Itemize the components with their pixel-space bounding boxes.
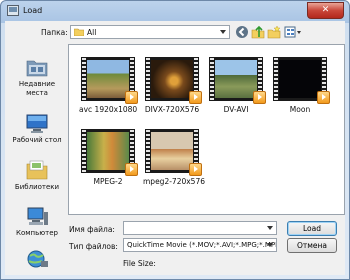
play-badge-icon	[253, 91, 266, 104]
load-dialog: Load ✕ Папка: All Недавние места Рабочий…	[0, 0, 350, 280]
folder-value: All	[87, 28, 97, 37]
view-menu-icon[interactable]	[284, 25, 302, 39]
file-item[interactable]: avc 1920x1080	[79, 57, 138, 114]
chevron-down-icon[interactable]	[267, 226, 273, 230]
back-icon[interactable]	[235, 25, 249, 39]
video-thumbnail	[209, 57, 266, 104]
place-network[interactable]	[9, 249, 65, 271]
play-badge-icon	[125, 163, 138, 176]
file-item[interactable]: MPEG-2	[79, 129, 138, 186]
cancel-button[interactable]: Отмена	[287, 238, 337, 253]
place-label: Библиотеки	[14, 183, 60, 191]
file-item[interactable]: DIVX-720X576	[143, 57, 202, 114]
file-item[interactable]: mpeg2-720x576	[143, 129, 205, 186]
file-name: MPEG-2	[93, 177, 123, 186]
dialog-body: Папка: All Недавние места Рабочий стол Б…	[5, 21, 345, 275]
network-icon	[27, 250, 48, 268]
filesize-label: File Size:	[123, 259, 156, 268]
place-label: Компьютер	[16, 229, 58, 237]
libraries-icon	[26, 160, 48, 180]
place-recent[interactable]: Недавние места	[9, 56, 65, 98]
folder-combo[interactable]: All	[70, 25, 230, 39]
file-name: Moon	[289, 105, 311, 114]
places-bar: Недавние места Рабочий стол Библиотеки К…	[9, 44, 65, 270]
up-folder-icon[interactable]	[251, 25, 265, 39]
filetype-label: Тип файлов:	[69, 242, 118, 251]
file-name: DV-AVI	[223, 105, 249, 114]
filename-input[interactable]	[123, 221, 277, 235]
chevron-down-icon[interactable]	[267, 243, 273, 247]
computer-icon	[27, 207, 48, 225]
new-folder-icon[interactable]	[267, 25, 281, 39]
file-name: avc 1920x1080	[79, 105, 138, 114]
window-title: Load	[23, 6, 43, 15]
app-icon	[7, 5, 19, 16]
file-name: DIVX-720X576	[144, 105, 200, 114]
video-thumbnail	[145, 129, 202, 176]
recent-places-icon	[26, 60, 48, 77]
video-thumbnail	[145, 57, 202, 104]
place-label: Недавние места	[18, 80, 56, 97]
file-item[interactable]: DV-AVI	[207, 57, 266, 114]
place-desktop[interactable]: Рабочий стол	[9, 114, 65, 145]
file-item[interactable]: Moon	[271, 57, 330, 114]
folder-icon	[74, 28, 84, 36]
video-thumbnail	[81, 57, 138, 104]
load-button[interactable]: Load	[287, 221, 337, 236]
desktop-icon	[26, 114, 48, 133]
play-badge-icon	[189, 91, 202, 104]
title-bar[interactable]: Load ✕	[1, 1, 349, 21]
file-list[interactable]: avc 1920x1080 DIVX-720X576 DV-AVI Moon M…	[68, 44, 345, 215]
filetype-value: QuickTime Movie (*.MOV;*.AVI;*.MPG;*.MPE…	[127, 241, 277, 249]
chevron-down-icon[interactable]	[220, 30, 226, 34]
filetype-select[interactable]: QuickTime Movie (*.MOV;*.AVI;*.MPG;*.MPE…	[123, 238, 277, 252]
folder-label: Папка:	[41, 28, 68, 37]
play-badge-icon	[317, 91, 330, 104]
place-libraries[interactable]: Библиотеки	[9, 159, 65, 192]
close-button[interactable]: ✕	[307, 2, 344, 19]
play-badge-icon	[189, 163, 202, 176]
place-computer[interactable]: Компьютер	[9, 207, 65, 238]
filename-label: Имя файла:	[69, 225, 115, 234]
place-label: Рабочий стол	[12, 136, 62, 144]
video-thumbnail	[273, 57, 330, 104]
play-badge-icon	[125, 91, 138, 104]
file-name: mpeg2-720x576	[143, 177, 205, 186]
video-thumbnail	[81, 129, 138, 176]
